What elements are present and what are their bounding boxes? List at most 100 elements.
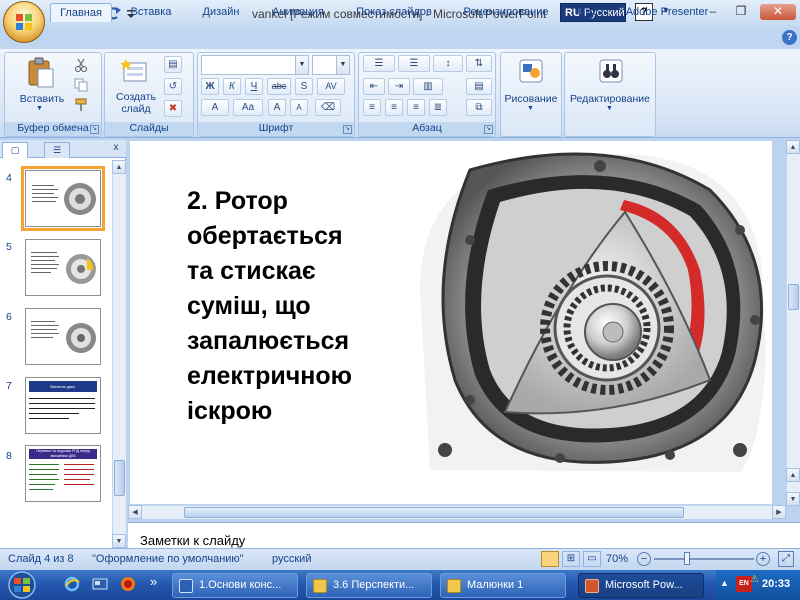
slide-thumbnail-8[interactable]: Переваги та недоліки РПД перед звичайним…	[25, 445, 101, 502]
change-case-button[interactable]: A	[201, 99, 229, 116]
zoom-in-icon[interactable]: +	[756, 552, 770, 566]
scroll-up-icon[interactable]: ▲	[786, 140, 800, 154]
align-text-icon[interactable]: ▤	[466, 78, 492, 95]
slide-horizontal-scrollbar[interactable]: ◀ ▶	[128, 505, 786, 519]
grow-font-button[interactable]: A	[268, 99, 286, 116]
text-case-button[interactable]: Aa	[233, 99, 263, 116]
clear-formatting-icon[interactable]: ⌫	[315, 99, 341, 116]
clipboard-launcher-icon[interactable]: ↘	[90, 125, 99, 134]
tab-view[interactable]: Вид	[568, 3, 608, 22]
slide-sorter-icon[interactable]: ⊞	[562, 551, 580, 567]
thumbnails-scrollbar[interactable]: ▲ ▼	[112, 160, 126, 548]
office-button[interactable]	[3, 1, 45, 43]
scroll-left-icon[interactable]: ◀	[128, 505, 142, 519]
strikethrough-button[interactable]: abc	[267, 78, 291, 95]
reset-slide-icon[interactable]: ↺	[164, 78, 182, 95]
slide-thumbnail-7[interactable]: Ванкель двиг.	[25, 377, 101, 434]
tab-outline-icon[interactable]: ☰	[44, 142, 70, 158]
browser-icon[interactable]	[120, 576, 136, 592]
tab-home[interactable]: Главная	[50, 3, 112, 22]
language-status[interactable]: русский	[272, 553, 311, 565]
taskbar-item[interactable]: Малюнки 1	[440, 573, 566, 598]
align-center-icon[interactable]: ≡	[385, 99, 403, 116]
decrease-indent-icon[interactable]: ⇤	[363, 78, 385, 95]
taskbar-item[interactable]: 3.6 Перспекти...	[306, 573, 432, 598]
theme-name[interactable]: "Оформление по умолчанию"	[92, 553, 244, 565]
show-desktop-icon[interactable]	[92, 576, 108, 592]
rotary-engine-image[interactable]	[410, 150, 772, 475]
next-slide-icon[interactable]: ▼	[786, 492, 800, 506]
bold-button[interactable]: Ж	[201, 78, 219, 95]
shadow-button[interactable]: S	[295, 78, 313, 95]
editing-button[interactable]: Редактирование ▼	[566, 55, 654, 117]
slide-vertical-scrollbar[interactable]: ▲ ▲ ▼	[786, 140, 800, 506]
new-slide-button[interactable]: Создать слайд	[108, 55, 164, 117]
zoom-slider-track[interactable]	[654, 558, 754, 560]
zoom-slider-thumb[interactable]	[684, 552, 691, 565]
tab-slides-icon[interactable]: ▢	[2, 142, 28, 158]
tab-adobe-presenter[interactable]: Adobe Presenter	[614, 3, 720, 22]
paste-dropdown-icon: ▼	[36, 105, 43, 112]
justify-icon[interactable]: ≣	[429, 99, 447, 116]
line-spacing-icon[interactable]: ↕	[433, 55, 463, 72]
numbering-icon[interactable]: ☰	[398, 55, 430, 72]
delete-slide-icon[interactable]: ✖	[164, 100, 182, 117]
character-spacing-button[interactable]: AV	[317, 78, 345, 95]
maximize-button[interactable]: ❐	[730, 4, 752, 20]
tab-design[interactable]: Дизайн	[190, 3, 252, 22]
paste-button[interactable]: Вставить ▼	[12, 55, 72, 115]
scroll-up-icon[interactable]: ▲	[112, 160, 126, 174]
underline-button[interactable]: Ч	[245, 78, 263, 95]
font-size-combo[interactable]: ▼	[312, 55, 350, 75]
tab-insert[interactable]: Вставка	[118, 3, 184, 22]
copy-icon[interactable]	[74, 78, 88, 92]
scroll-thumb[interactable]	[114, 460, 125, 496]
align-right-icon[interactable]: ≡	[407, 99, 425, 116]
help-button[interactable]: ?	[782, 30, 797, 45]
fit-to-window-icon[interactable]: ⤢	[778, 551, 794, 567]
zoom-level[interactable]: 70%	[606, 553, 628, 565]
tab-slideshow[interactable]: Показ слайдов	[344, 3, 444, 22]
columns-icon[interactable]: ▥	[413, 78, 443, 95]
scroll-right-icon[interactable]: ▶	[772, 505, 786, 519]
slide-text-box[interactable]: 2. Ротор обертається та стискає суміш, щ…	[187, 184, 397, 429]
taskbar-more[interactable]: »	[150, 574, 157, 589]
tray-alert-icon[interactable]: ⚠	[750, 574, 759, 585]
cut-icon[interactable]	[74, 58, 88, 72]
align-left-icon[interactable]: ≡	[363, 99, 381, 116]
start-button[interactable]	[0, 570, 46, 600]
new-slide-label: Создать слайд	[116, 91, 156, 115]
font-launcher-icon[interactable]: ↘	[343, 125, 352, 134]
internet-explorer-icon[interactable]	[64, 576, 80, 592]
paragraph-launcher-icon[interactable]: ↘	[484, 125, 493, 134]
zoom-out-icon[interactable]: −	[637, 552, 651, 566]
increase-indent-icon[interactable]: ⇥	[388, 78, 410, 95]
tab-review[interactable]: Рецензирование	[450, 3, 562, 22]
slide-thumbnail-4[interactable]	[21, 166, 105, 231]
tray-expand-icon[interactable]: ▲	[720, 578, 729, 588]
clock: 20:33	[762, 578, 791, 590]
scroll-down-icon[interactable]: ▼	[112, 534, 126, 548]
normal-view-icon[interactable]	[541, 551, 559, 567]
slideshow-view-icon[interactable]: ▭	[583, 551, 601, 567]
font-family-combo[interactable]: ▼	[201, 55, 309, 75]
bullets-icon[interactable]: ☰	[363, 55, 395, 72]
tab-animation[interactable]: Анимация	[258, 3, 338, 22]
slide-thumbnail-6[interactable]	[25, 308, 101, 365]
format-painter-icon[interactable]	[74, 98, 88, 112]
previous-slide-icon[interactable]: ▲	[786, 468, 800, 482]
text-direction-icon[interactable]: ⇅	[466, 55, 492, 72]
close-button[interactable]: ✕	[760, 4, 796, 20]
italic-button[interactable]: К	[223, 78, 241, 95]
smartart-icon[interactable]: ⧉	[466, 99, 492, 116]
taskbar-item[interactable]: 1.Основи конс...	[172, 573, 298, 598]
paste-icon	[28, 57, 54, 88]
taskbar-item-active[interactable]: Microsoft Pow...	[578, 573, 704, 598]
slide-layout-icon[interactable]: ▤	[164, 56, 182, 73]
shrink-font-button[interactable]: A	[290, 99, 308, 116]
scroll-thumb[interactable]	[788, 284, 799, 310]
h-scroll-thumb[interactable]	[184, 507, 684, 518]
drawing-button[interactable]: Рисование ▼	[502, 55, 560, 117]
slide-thumbnail-5[interactable]	[25, 239, 101, 296]
pane-close-icon[interactable]: x	[110, 142, 122, 156]
